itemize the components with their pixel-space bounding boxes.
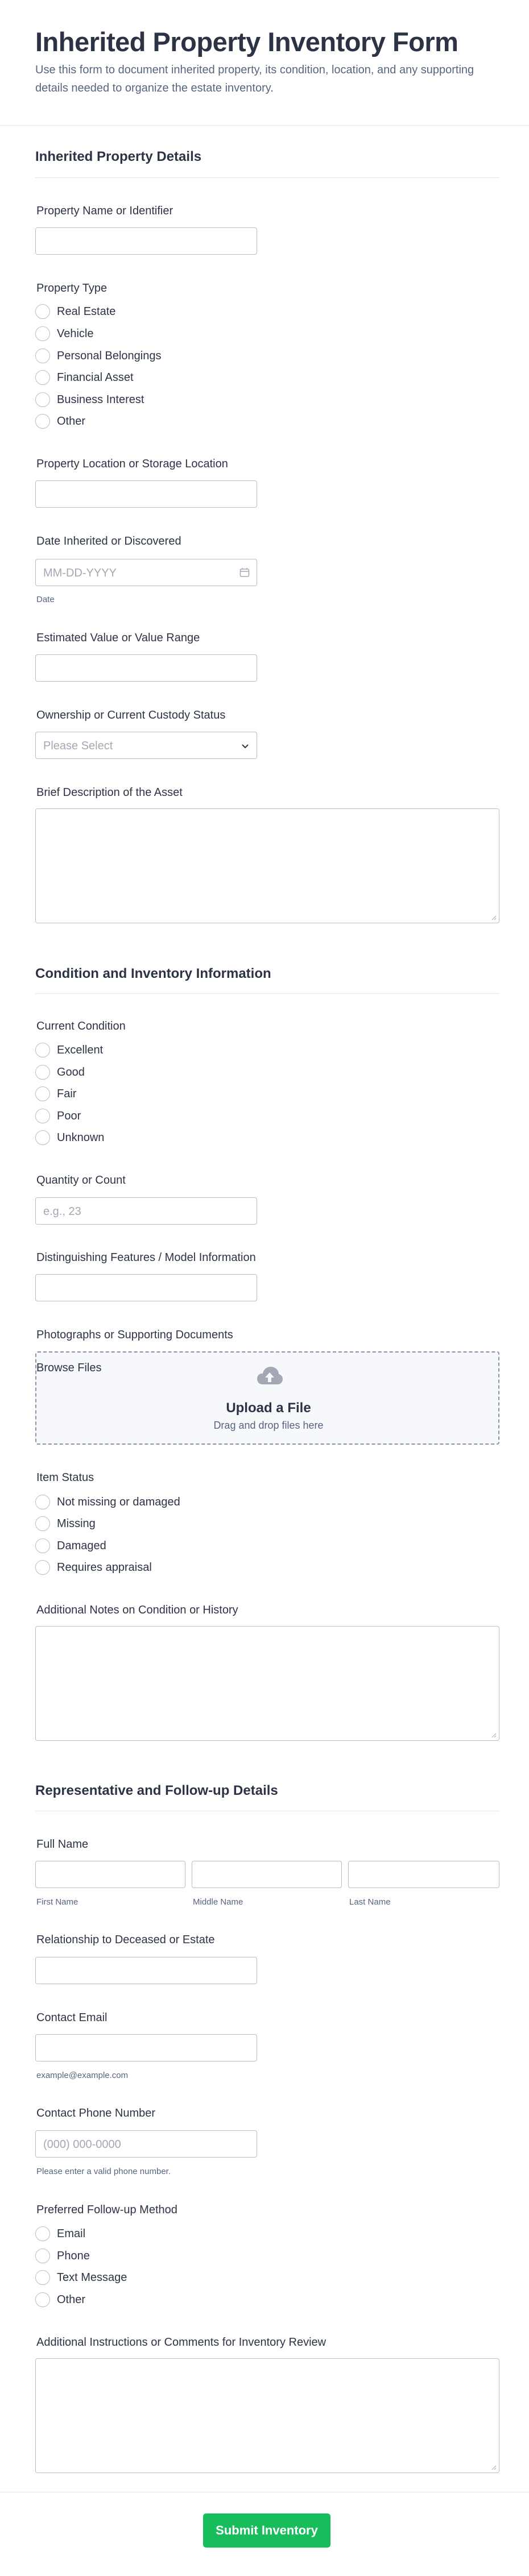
resize-handle-icon[interactable] bbox=[491, 1732, 497, 1738]
radio-button[interactable] bbox=[35, 2270, 50, 2285]
date-placeholder: MM-DD-YYYY bbox=[43, 567, 117, 579]
section-title-representative: Representative and Follow-up Details bbox=[35, 1783, 278, 1798]
radio-button[interactable] bbox=[35, 392, 50, 407]
last-name-input[interactable] bbox=[348, 1861, 499, 1888]
last-name-sublabel: Last Name bbox=[349, 1897, 391, 1907]
radio-button[interactable] bbox=[35, 2226, 50, 2241]
cloud-upload-icon bbox=[257, 1367, 283, 1384]
section-title-property-details: Inherited Property Details bbox=[35, 149, 202, 164]
instructions-label: Additional Instructions or Comments for … bbox=[36, 2336, 327, 2349]
property-name-label: Property Name or Identifier bbox=[36, 205, 173, 217]
phone-input[interactable]: (000) 000-0000 bbox=[35, 2130, 257, 2158]
radio-button[interactable] bbox=[35, 1109, 50, 1123]
features-input[interactable] bbox=[35, 1274, 257, 1301]
quantity-placeholder: e.g., 23 bbox=[43, 1205, 81, 1218]
notes-textarea[interactable] bbox=[35, 1626, 499, 1741]
browse-files-button[interactable]: Browse Files bbox=[36, 1362, 101, 1375]
email-sublabel: example@example.com bbox=[36, 2071, 129, 2080]
section-divider bbox=[35, 177, 499, 178]
radio-button[interactable] bbox=[35, 1130, 50, 1145]
form-title: Inherited Property Inventory Form bbox=[35, 27, 458, 57]
radio-button[interactable] bbox=[35, 1086, 50, 1101]
instructions-textarea[interactable] bbox=[35, 2358, 499, 2473]
section-title-condition: Condition and Inventory Information bbox=[35, 966, 271, 981]
form-subtitle: Use this form to document inherited prop… bbox=[35, 64, 474, 94]
features-label: Distinguishing Features / Model Informat… bbox=[36, 1251, 256, 1264]
phone-sublabel: Please enter a valid phone number. bbox=[36, 2167, 171, 2176]
radio-button[interactable] bbox=[35, 1516, 50, 1531]
chevron-down-icon bbox=[242, 744, 249, 749]
location-label: Property Location or Storage Location bbox=[36, 458, 228, 470]
section-divider bbox=[35, 993, 499, 994]
resize-handle-icon[interactable] bbox=[491, 2465, 497, 2470]
submit-button[interactable]: Submit Inventory bbox=[203, 2513, 330, 2548]
description-textarea[interactable] bbox=[35, 808, 499, 923]
radio-button[interactable] bbox=[35, 1538, 50, 1553]
property-name-input[interactable] bbox=[35, 227, 257, 255]
radio-button[interactable] bbox=[35, 414, 50, 429]
form-header: Inherited Property Inventory Form Use th… bbox=[0, 0, 529, 126]
quantity-input[interactable]: e.g., 23 bbox=[35, 1197, 257, 1225]
email-input[interactable] bbox=[35, 2034, 257, 2061]
quantity-label: Quantity or Count bbox=[36, 1174, 126, 1187]
radio-button[interactable] bbox=[35, 2292, 50, 2307]
date-input[interactable]: MM-DD-YYYY bbox=[35, 559, 257, 586]
resize-handle-icon[interactable] bbox=[491, 915, 497, 920]
date-sublabel: Date bbox=[36, 595, 55, 604]
radio-button[interactable] bbox=[35, 2249, 50, 2263]
radio-button[interactable] bbox=[35, 349, 50, 363]
upload-title: Upload a File bbox=[226, 1400, 311, 1416]
radio-button[interactable] bbox=[35, 1560, 50, 1575]
first-name-input[interactable] bbox=[35, 1861, 185, 1888]
phone-placeholder: (000) 000-0000 bbox=[43, 2138, 121, 2151]
radio-button[interactable] bbox=[35, 326, 50, 341]
item-status-label: Item Status bbox=[36, 1471, 94, 1484]
value-input[interactable] bbox=[35, 654, 257, 682]
email-label: Contact Email bbox=[36, 2011, 108, 2024]
description-label: Brief Description of the Asset bbox=[36, 786, 183, 799]
value-label: Estimated Value or Value Range bbox=[36, 632, 200, 644]
date-label: Date Inherited or Discovered bbox=[36, 535, 181, 547]
radio-button[interactable] bbox=[35, 1495, 50, 1509]
ownership-select[interactable]: Please Select bbox=[35, 732, 257, 759]
radio-button[interactable] bbox=[35, 1043, 50, 1057]
relationship-label: Relationship to Deceased or Estate bbox=[36, 1934, 215, 1946]
phone-label: Contact Phone Number bbox=[36, 2107, 156, 2119]
property-type-label: Property Type bbox=[36, 282, 108, 294]
middle-name-sublabel: Middle Name bbox=[193, 1897, 243, 1907]
first-name-sublabel: First Name bbox=[36, 1897, 78, 1907]
file-upload-dropzone[interactable]: Browse Files Upload a File Drag and drop… bbox=[35, 1351, 499, 1445]
fullname-label: Full Name bbox=[36, 1838, 89, 1851]
ownership-placeholder: Please Select bbox=[43, 740, 113, 752]
radio-button[interactable] bbox=[35, 1065, 50, 1080]
condition-label: Current Condition bbox=[36, 1020, 126, 1032]
radio-button[interactable] bbox=[35, 304, 50, 319]
photos-label: Photographs or Supporting Documents bbox=[36, 1329, 233, 1341]
radio-button[interactable] bbox=[35, 370, 50, 385]
notes-label: Additional Notes on Condition or History bbox=[36, 1604, 238, 1616]
followup-label: Preferred Follow-up Method bbox=[36, 2204, 177, 2216]
location-input[interactable] bbox=[35, 480, 257, 508]
calendar-icon[interactable] bbox=[239, 567, 250, 578]
upload-subtitle: Drag and drop files here bbox=[213, 1420, 324, 1431]
relationship-input[interactable] bbox=[35, 1957, 257, 1984]
ownership-label: Ownership or Current Custody Status bbox=[36, 709, 226, 721]
middle-name-input[interactable] bbox=[192, 1861, 342, 1888]
